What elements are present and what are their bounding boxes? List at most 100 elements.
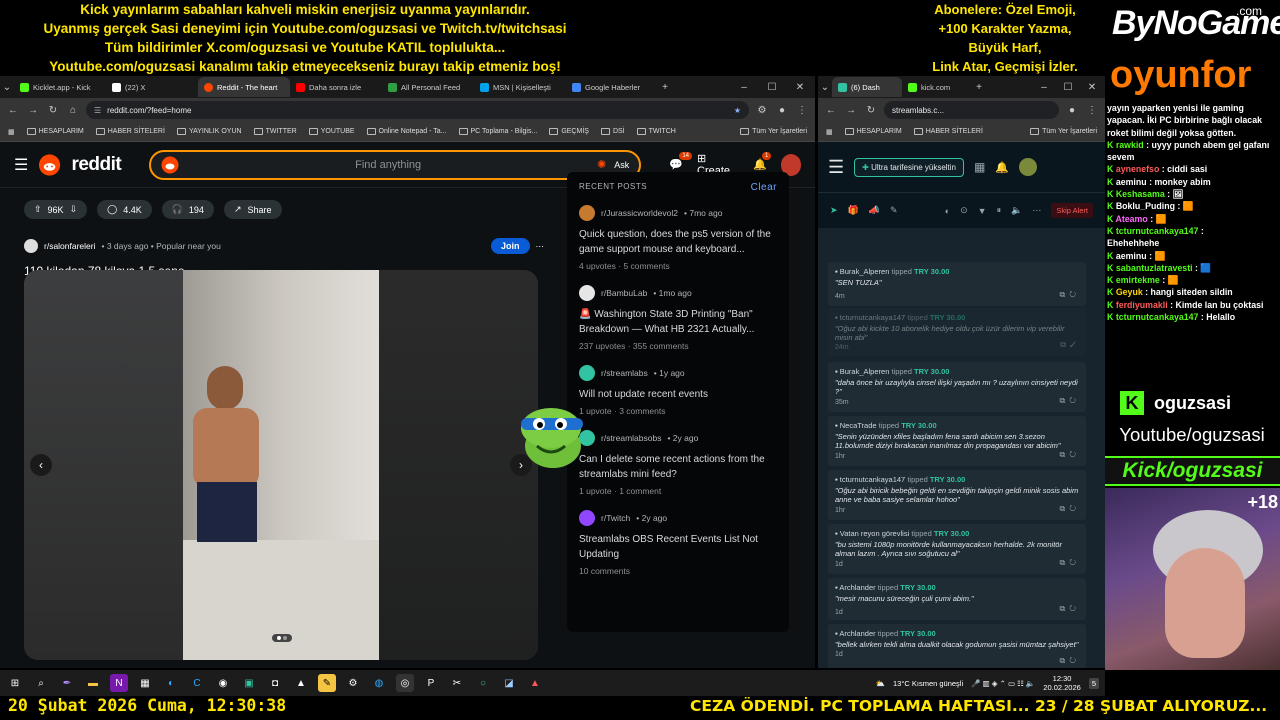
tab-msn[interactable]: MSN | Kişiselleşti xyxy=(474,77,566,97)
site-info-icon[interactable]: ☰ xyxy=(94,106,101,115)
extension-icon[interactable]: ⚙ xyxy=(755,105,769,116)
recent-post-sub[interactable]: r/Jurassicworldevol2 xyxy=(601,208,678,218)
clock[interactable]: 12:30 20.02.2026 xyxy=(1043,674,1081,692)
gift-icon[interactable]: 🎁 xyxy=(848,205,859,216)
replay-icon[interactable]: ↻ xyxy=(1069,558,1080,567)
bookmark-folder[interactable]: TWITTER xyxy=(253,128,297,135)
recent-post-item[interactable]: r/BambuLab • 1mo ago 🚨 Washington State 3… xyxy=(579,285,777,351)
notification-icon[interactable]: 🔔 xyxy=(995,161,1009,174)
replay-icon[interactable]: ↻ xyxy=(1069,450,1080,459)
copy-icon[interactable]: ⧉ xyxy=(1060,340,1070,349)
menu-kebab-icon[interactable]: ⋮ xyxy=(1085,105,1099,116)
app-tilted-icon[interactable]: ◪ xyxy=(500,674,518,692)
url-input[interactable]: ☰ reddit.com/?feed=home ★ xyxy=(86,101,749,119)
video-editor-icon[interactable]: ▦ xyxy=(136,674,154,692)
file-explorer-icon[interactable]: ▬ xyxy=(84,674,102,692)
chat-username[interactable]: emirtekme xyxy=(1116,275,1160,285)
url-input[interactable]: streamlabs.c... xyxy=(884,101,1059,119)
minimize-button[interactable]: – xyxy=(1037,82,1051,93)
tab-search-chevron-icon[interactable]: ⌄ xyxy=(818,82,832,93)
notification-count[interactable]: 5 xyxy=(1088,677,1099,689)
comments-button[interactable]: ◯ 4.4K xyxy=(97,200,152,219)
new-tab-button[interactable]: + xyxy=(658,82,672,93)
all-bookmarks[interactable]: Tüm Yer İşaretleri xyxy=(1030,128,1097,135)
chat-username[interactable]: Ateamo xyxy=(1115,214,1147,224)
reddit-wordmark[interactable]: reddit xyxy=(71,154,121,176)
downvote-icon[interactable]: ⇩ xyxy=(70,204,78,215)
app-red-icon[interactable]: ▲ xyxy=(526,674,544,692)
clear-recent-button[interactable]: Clear xyxy=(751,182,777,193)
app-triangle-icon[interactable]: ▲ xyxy=(292,674,310,692)
profile-icon[interactable]: ● xyxy=(775,105,789,116)
bookmark-folder[interactable]: YOUTUBE xyxy=(308,128,355,135)
vote-pill[interactable]: ⇧ 96K ⇩ xyxy=(24,200,88,219)
recent-post-title[interactable]: Streamlabs OBS Recent Events List Not Up… xyxy=(579,532,777,562)
pause-icon[interactable]: ⏸ xyxy=(997,205,1002,216)
search-icon[interactable]: ⌕ xyxy=(32,674,50,692)
chat-username[interactable]: Keshasama xyxy=(1116,189,1165,199)
bookmark-folder[interactable]: HABER SİTELERİ xyxy=(95,128,165,135)
home-icon[interactable]: ⌂ xyxy=(66,105,80,116)
tab-kick[interactable]: kick.com xyxy=(902,77,972,97)
apps-grid-icon[interactable]: ▦ xyxy=(826,128,833,136)
bookmark-folder[interactable]: HESAPLARIM xyxy=(26,128,84,135)
new-tab-button[interactable]: + xyxy=(972,82,986,93)
chat-username[interactable]: aeminu xyxy=(1116,177,1147,187)
tab-reddit[interactable]: Reddit - The heart xyxy=(198,77,290,97)
maximize-button[interactable]: ☐ xyxy=(765,82,779,93)
recent-post-item[interactable]: r/streamlabs • 1y ago Will not update rec… xyxy=(579,365,777,416)
upgrade-button[interactable]: ✚ Ultra tarifesine yükseltin xyxy=(854,157,964,177)
carousel-dot[interactable] xyxy=(277,636,281,640)
chat-icon[interactable]: 💬 14 xyxy=(669,152,692,171)
check-icon[interactable]: ✓ xyxy=(1070,340,1080,349)
onenote-icon[interactable]: N xyxy=(110,674,128,692)
replay-icon[interactable]: ↻ xyxy=(1069,290,1080,299)
reload-icon[interactable]: ↻ xyxy=(864,105,878,116)
bookmark-folder[interactable]: DSİ xyxy=(600,128,625,135)
app-circle-icon[interactable]: ◍ xyxy=(370,674,388,692)
menu-kebab-icon[interactable]: ⋮ xyxy=(795,105,809,116)
close-window-button[interactable]: ✕ xyxy=(793,82,807,93)
copy-icon[interactable]: ⧉ xyxy=(1060,450,1070,459)
tab-personal-feed[interactable]: All Personal Feed xyxy=(382,77,474,97)
tab-search-chevron-icon[interactable]: ⌄ xyxy=(0,82,14,93)
chat-username[interactable]: sabantuzlatravesti xyxy=(1116,263,1193,273)
copy-icon[interactable]: ⧉ xyxy=(1060,604,1070,613)
bookmark-folder[interactable]: HABER SİTELERİ xyxy=(913,128,983,135)
tray-icons[interactable]: 🎤 ▥ ◈ ⌃ ▭ ☷ 🔈 xyxy=(971,679,1035,688)
tab-google-news[interactable]: Google Haberler xyxy=(566,77,658,97)
ask-button[interactable]: Ask xyxy=(614,160,629,170)
copy-icon[interactable]: ⧉ xyxy=(1060,396,1070,405)
obs-icon[interactable]: ◉ xyxy=(214,674,232,692)
eye-icon[interactable]: ⊙ xyxy=(960,205,968,216)
bookmark-link[interactable]: Online Notepad - Ta... xyxy=(366,128,447,135)
bookmark-link[interactable]: GEÇMİŞ xyxy=(549,128,589,135)
reload-icon[interactable]: ↻ xyxy=(46,105,60,116)
recent-post-title[interactable]: Can I delete some recent actions from th… xyxy=(579,452,777,482)
recent-post-item[interactable]: r/streamlabsobs • 2y ago Can I delete som… xyxy=(579,430,777,496)
megaphone-icon[interactable]: 📣 xyxy=(869,205,880,216)
windows-start-icon[interactable]: ⊞ xyxy=(6,674,24,692)
app-c-icon[interactable]: C xyxy=(188,674,206,692)
copy-icon[interactable]: ⧉ xyxy=(1060,656,1070,665)
chat-username[interactable]: Geyuk xyxy=(1116,287,1143,297)
carousel-dot[interactable] xyxy=(283,636,287,640)
replay-icon[interactable]: ↻ xyxy=(1069,604,1080,613)
subreddit-name[interactable]: r/salonfareleri xyxy=(44,241,96,251)
bookmark-folder[interactable]: TWITCH xyxy=(636,128,676,135)
recent-post-item[interactable]: r/Twitch • 2y ago Streamlabs OBS Recent E… xyxy=(579,510,777,576)
shield-icon[interactable]: ◐ xyxy=(945,206,950,216)
recent-post-item[interactable]: r/Jurassicworldevol2 • 7mo ago Quick ques… xyxy=(579,205,777,271)
all-bookmarks[interactable]: Tüm Yer İşaretleri xyxy=(740,128,807,135)
hamburger-menu-icon[interactable]: ☰ xyxy=(828,157,844,178)
chat-username[interactable]: aeminu xyxy=(1116,251,1147,261)
awards-button[interactable]: 🎧 194 xyxy=(161,200,214,219)
notification-bell-icon[interactable]: 🔔 1 xyxy=(753,152,772,171)
forward-arrow-icon[interactable]: → xyxy=(26,105,40,116)
app-loop-icon[interactable]: ○ xyxy=(474,674,492,692)
apps-grid-icon[interactable]: ▦ xyxy=(8,128,15,136)
chat-username[interactable]: rawkid xyxy=(1116,140,1144,150)
chat-username[interactable]: tcturnutcankaya147 xyxy=(1116,226,1199,236)
profile-icon[interactable]: ● xyxy=(1065,105,1079,116)
chat-username[interactable]: tcturnutcankaya147 xyxy=(1116,312,1199,322)
